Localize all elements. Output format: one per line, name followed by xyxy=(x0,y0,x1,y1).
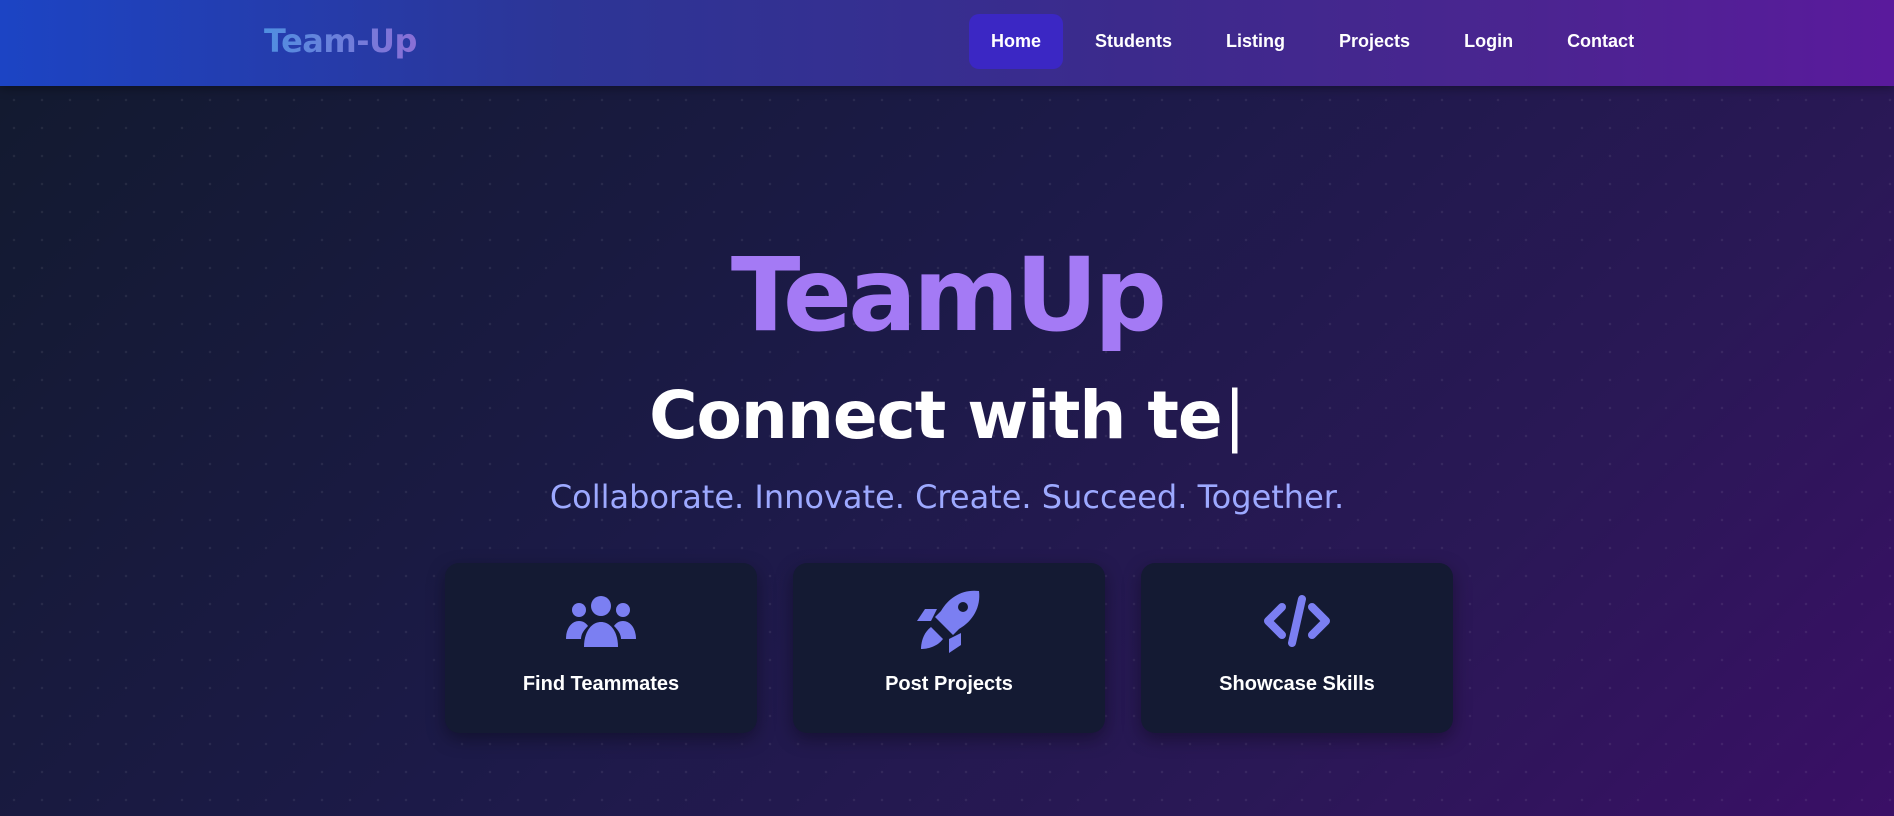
nav-link-login[interactable]: Login xyxy=(1442,14,1535,69)
hero-title: TeamUp xyxy=(730,236,1167,355)
nav-link-students[interactable]: Students xyxy=(1073,14,1194,69)
typing-cursor: | xyxy=(1223,377,1246,454)
navbar: Team-Up Home Students Listing Projects L… xyxy=(0,0,1894,86)
nav-link-projects[interactable]: Projects xyxy=(1317,14,1432,69)
nav-link-listing[interactable]: Listing xyxy=(1204,14,1307,69)
typing-text: Connect with te xyxy=(649,377,1223,454)
hero-typing-text: Connect with te| xyxy=(0,377,1894,454)
feature-label: Find Teammates xyxy=(522,673,680,695)
rocket-icon xyxy=(913,589,985,653)
feature-card-find-teammates[interactable]: Find Teammates xyxy=(445,563,757,733)
code-icon xyxy=(1261,589,1333,653)
feature-label: Post Projects xyxy=(885,673,1013,695)
nav-link-contact[interactable]: Contact xyxy=(1545,14,1656,69)
feature-card-post-projects[interactable]: Post Projects xyxy=(793,563,1105,733)
nav-link-home[interactable]: Home xyxy=(969,14,1064,69)
feature-label: Showcase Skills xyxy=(1219,673,1375,695)
site-logo[interactable]: Team-Up xyxy=(264,22,417,60)
feature-card-showcase-skills[interactable]: Showcase Skills xyxy=(1141,563,1453,733)
users-icon xyxy=(565,589,637,653)
nav-links: Home Students Listing Projects Login Con… xyxy=(969,14,1666,69)
feature-cards: Find Teammates Post Projects Showcase Sk… xyxy=(445,563,1453,733)
hero-tagline: Collaborate. Innovate. Create. Succeed. … xyxy=(549,478,1345,516)
